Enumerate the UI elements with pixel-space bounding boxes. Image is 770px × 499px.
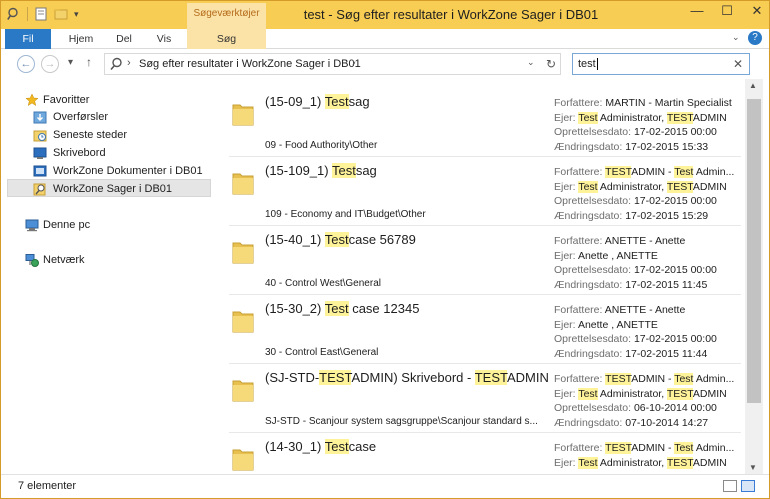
tab-del[interactable]: Del [109, 29, 139, 49]
folder-icon [232, 311, 254, 333]
recent-locations-button[interactable]: ▾ [68, 57, 73, 68]
large-icons-view-icon[interactable] [741, 480, 755, 492]
result-path: SJ-STD - Scanjour system sagsgruppe\Scan… [265, 416, 538, 427]
back-button[interactable]: ← [17, 55, 35, 73]
result-meta: Forfattere: MARTIN - Martin Specialist E… [554, 97, 732, 153]
quick-access-toolbar: ▾ [7, 7, 79, 21]
result-meta: Forfattere: TESTADMIN - Test Admin... Ej… [554, 166, 735, 222]
downloads-icon [33, 111, 47, 124]
tab-fil[interactable]: Fil [5, 29, 51, 49]
folder-icon [232, 380, 254, 402]
address-chevron-icon[interactable]: › [352, 57, 356, 69]
sidebar-item-overforsler[interactable]: Overførsler [7, 108, 211, 126]
sidebar-label: WorkZone Sager i DB01 [53, 183, 173, 195]
result-path: 109 - Economy and IT\Budget\Other [265, 209, 426, 220]
refresh-button[interactable]: ↻ [546, 57, 556, 71]
saved-search-icon [33, 183, 46, 196]
folder-icon [232, 104, 254, 126]
result-title[interactable]: (15-109_1) Testsag [265, 163, 377, 178]
expand-ribbon-icon[interactable]: ⌄ [732, 32, 740, 43]
navigation-pane: Favoritter Overførsler Seneste steder Sk… [1, 79, 213, 474]
workzone-documents-icon [33, 165, 47, 177]
result-title[interactable]: (SJ-STD-TESTADMIN) Skrivebord - TESTADMI… [265, 370, 549, 385]
ribbon-tabs: Fil Hjem Del Vis Søg ⌄ ? [1, 29, 769, 49]
result-path: 40 - Control West\General [265, 278, 381, 289]
clear-search-button[interactable]: ✕ [733, 57, 743, 71]
list-item[interactable]: (15-09_1) Testsag 09 - Food Authority\Ot… [229, 89, 741, 157]
qat-customize-icon[interactable]: ▾ [74, 9, 79, 20]
vertical-scrollbar[interactable]: ▲ ▼ [745, 79, 763, 474]
search-location-icon [110, 57, 122, 71]
sidebar-item-netvaerk[interactable]: Netværk [7, 251, 211, 269]
list-item[interactable]: (SJ-STD-TESTADMIN) Skrivebord - TESTADMI… [229, 365, 741, 433]
result-meta: Forfattere: ANETTE - Anette Ejer: Anette… [554, 235, 717, 291]
sidebar-label: Overførsler [53, 111, 108, 123]
search-tools-header: Søgeværktøjer [187, 3, 266, 29]
result-title[interactable]: (14-30_1) Testcase [265, 439, 376, 454]
address-separator-icon[interactable]: › [127, 57, 131, 69]
sidebar-label: Skrivebord [53, 147, 106, 159]
tab-hjem[interactable]: Hjem [61, 29, 101, 49]
folder-icon [232, 449, 254, 471]
sidebar-label: Denne pc [43, 219, 91, 231]
search-box[interactable]: test ✕ [572, 53, 750, 75]
address-text[interactable]: Søg efter resultater i WorkZone Sager i … [139, 58, 361, 70]
scroll-up-icon[interactable]: ▲ [749, 81, 757, 90]
sidebar-item-favoritter[interactable]: Favoritter [7, 91, 211, 109]
list-item[interactable]: (15-40_1) Testcase 56789 40 - Control We… [229, 227, 741, 295]
list-item[interactable]: (15-30_2) Test case 12345 30 - Control E… [229, 296, 741, 364]
qat-divider [27, 7, 28, 21]
network-icon [25, 254, 39, 267]
status-bar: 7 elementer [1, 474, 769, 498]
details-view-icon[interactable] [723, 480, 737, 492]
up-button[interactable]: ↑ [86, 55, 92, 69]
help-icon[interactable]: ? [748, 31, 762, 45]
properties-icon[interactable] [34, 7, 48, 21]
forward-button[interactable]: → [41, 55, 59, 73]
results-list: (15-09_1) Testsag 09 - Food Authority\Ot… [213, 79, 745, 474]
result-title[interactable]: (15-30_2) Test case 12345 [265, 301, 419, 316]
result-meta: Forfattere: TESTADMIN - Test Admin... Ej… [554, 442, 735, 469]
result-meta: Forfattere: TESTADMIN - Test Admin... Ej… [554, 373, 735, 429]
window-title: test - Søg efter resultater i WorkZone S… [303, 7, 599, 22]
sidebar-label: Seneste steder [53, 129, 127, 141]
folder-icon [232, 242, 254, 264]
list-item[interactable]: (14-30_1) Testcase Forfattere: TESTADMIN… [229, 434, 741, 474]
sidebar-label: Netværk [43, 254, 85, 266]
desktop-icon [33, 147, 47, 159]
scroll-thumb[interactable] [747, 99, 761, 403]
star-icon [25, 93, 39, 107]
sidebar-label: WorkZone Dokumenter i DB01 [53, 165, 203, 177]
tab-vis[interactable]: Vis [149, 29, 179, 49]
search-input[interactable]: test [578, 58, 598, 71]
address-history-icon[interactable]: ⌄ [527, 57, 535, 68]
address-bar[interactable]: › Søg efter resultater i WorkZone Sager … [104, 53, 561, 75]
close-button[interactable]: ✕ [739, 1, 770, 21]
navigation-bar: ← → ▾ ↑ › Søg efter resultater i WorkZon… [1, 49, 769, 79]
result-path: 30 - Control East\General [265, 347, 379, 358]
sidebar-item-denne-pc[interactable]: Denne pc [7, 216, 211, 234]
search-window-icon[interactable] [7, 7, 21, 21]
explorer-window: ▾ Søgeværktøjer test - Søg efter resulta… [0, 0, 770, 499]
sidebar-label: Favoritter [43, 94, 90, 106]
sidebar-item-workzone-sager[interactable]: WorkZone Sager i DB01 [7, 179, 211, 197]
list-item[interactable]: (15-109_1) Testsag 109 - Economy and IT\… [229, 158, 741, 226]
recent-places-icon [33, 130, 47, 142]
tab-sog[interactable]: Søg [187, 29, 266, 49]
result-title[interactable]: (15-09_1) Testsag [265, 94, 370, 109]
item-count: 7 elementer [18, 480, 77, 492]
result-title[interactable]: (15-40_1) Testcase 56789 [265, 232, 416, 247]
result-meta: Forfattere: ANETTE - Anette Ejer: Anette… [554, 304, 717, 360]
title-bar: ▾ Søgeværktøjer test - Søg efter resulta… [1, 1, 769, 29]
new-folder-icon[interactable] [54, 7, 68, 21]
folder-icon [232, 173, 254, 195]
sidebar-item-skrivebord[interactable]: Skrivebord [7, 144, 211, 162]
sidebar-item-workzone-dokumenter[interactable]: WorkZone Dokumenter i DB01 [7, 162, 211, 180]
result-path: 09 - Food Authority\Other [265, 140, 378, 151]
scroll-down-icon[interactable]: ▼ [749, 463, 757, 472]
computer-icon [25, 219, 39, 232]
sidebar-item-seneste-steder[interactable]: Seneste steder [7, 126, 211, 144]
